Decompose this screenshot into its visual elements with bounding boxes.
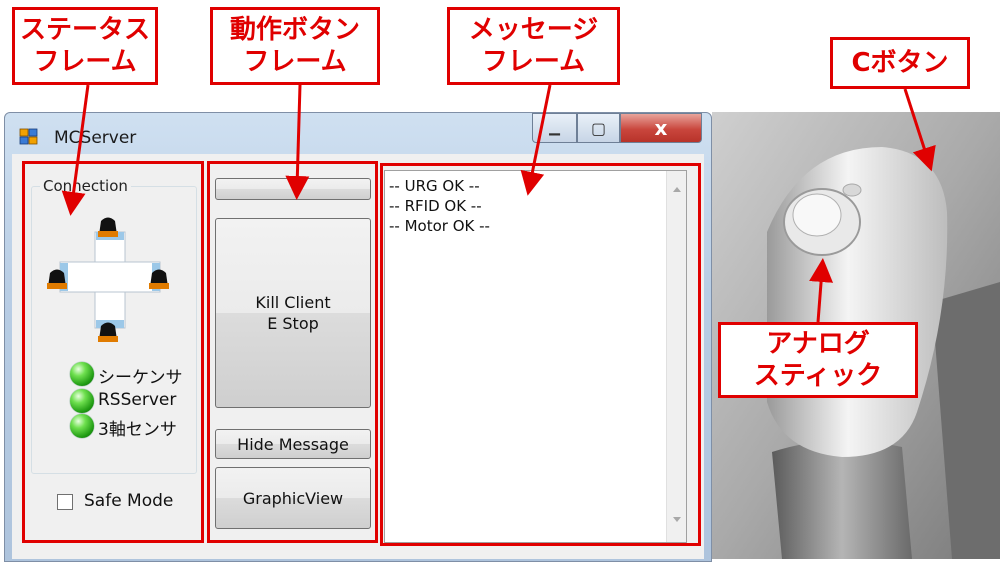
close-button[interactable]: x bbox=[620, 113, 702, 143]
c-button-callout: Cボタン bbox=[830, 37, 970, 89]
status-frame-highlight bbox=[22, 161, 204, 543]
close-icon: x bbox=[654, 116, 668, 140]
action-frame-callout: 動作ボタン フレーム bbox=[210, 7, 380, 85]
action-frame-callout-line2: フレーム bbox=[243, 47, 347, 77]
window-title: MCServer bbox=[54, 128, 137, 148]
status-frame-callout: ステータス フレーム bbox=[12, 7, 158, 85]
message-frame-callout: メッセージ フレーム bbox=[447, 7, 620, 85]
message-frame-callout-line2: フレーム bbox=[481, 47, 586, 77]
app-icon bbox=[19, 128, 38, 145]
minimize-button[interactable]: ▁ bbox=[532, 113, 577, 143]
analog-stick-callout-line1: アナログ bbox=[766, 329, 870, 359]
message-frame-highlight bbox=[380, 163, 701, 546]
maximize-icon: ▢ bbox=[590, 118, 607, 138]
maximize-button[interactable]: ▢ bbox=[577, 113, 620, 143]
minimize-icon: ▁ bbox=[549, 120, 560, 136]
analog-stick-callout-line2: スティック bbox=[753, 361, 883, 391]
action-frame-callout-line1: 動作ボタン bbox=[229, 15, 360, 45]
status-frame-callout-line2: フレーム bbox=[33, 47, 137, 77]
action-frame-highlight bbox=[207, 161, 378, 543]
message-frame-callout-line1: メッセージ bbox=[468, 15, 599, 45]
status-frame-callout-line1: ステータス bbox=[19, 15, 150, 45]
analog-stick-callout: アナログ スティック bbox=[718, 322, 918, 398]
